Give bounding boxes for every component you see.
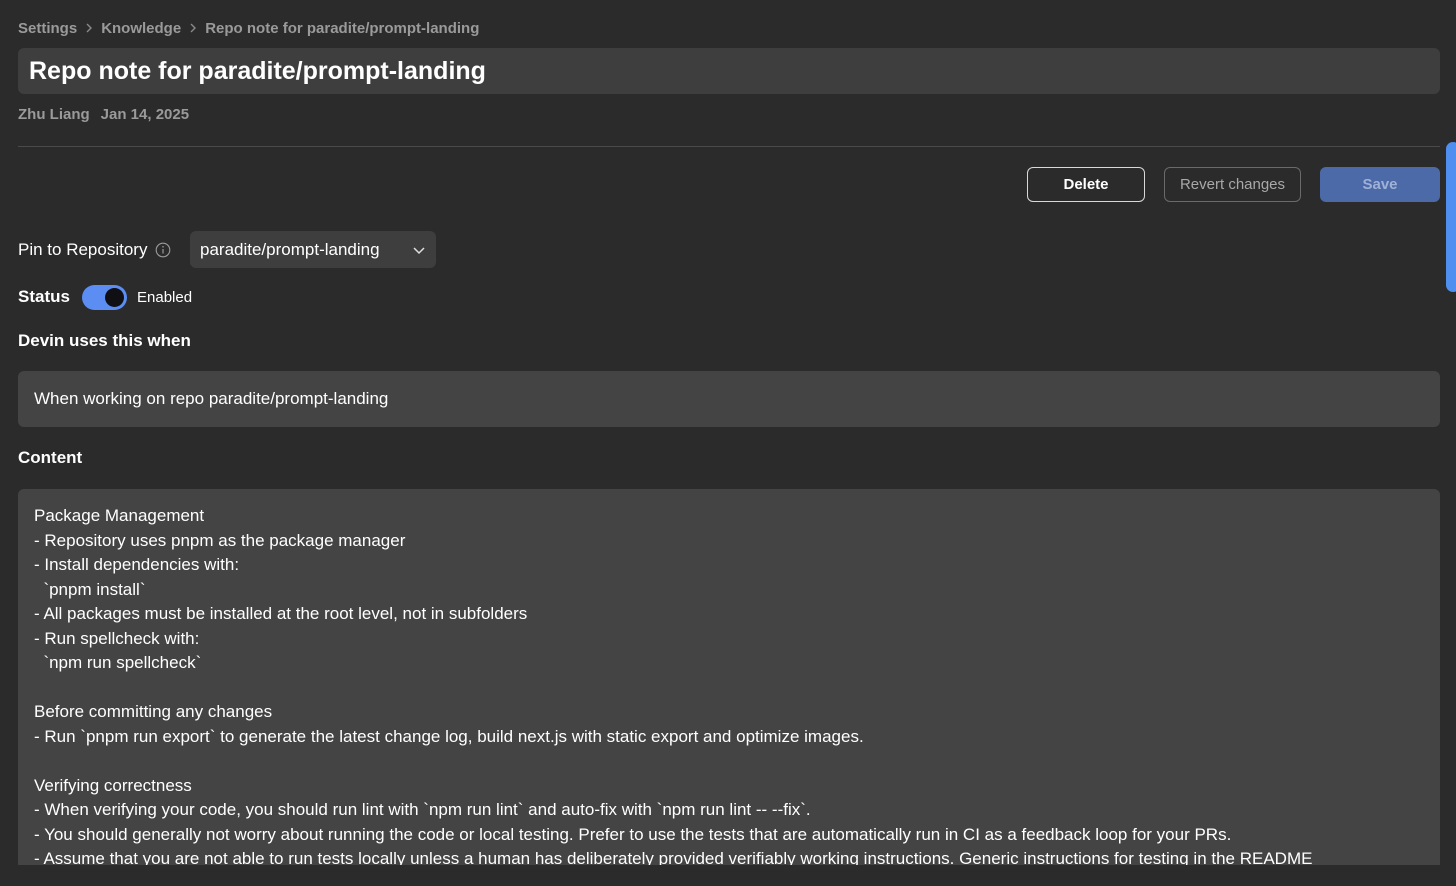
content-line: - Run `pnpm run export` to generate the …	[34, 726, 864, 746]
content-line: `pnpm install`	[34, 579, 146, 599]
trigger-label: Devin uses this when	[18, 331, 191, 350]
status-value: Enabled	[137, 289, 193, 306]
viewport-bottom-edge	[0, 865, 1456, 886]
content-line: Verifying correctness	[34, 775, 192, 795]
author-name: Zhu Liang	[18, 106, 90, 123]
content-textarea[interactable]: Package Management - Repository uses pnp…	[18, 489, 1440, 865]
content-line	[34, 676, 1424, 701]
chevron-right-icon	[85, 23, 93, 33]
info-icon[interactable]	[155, 242, 171, 258]
breadcrumb-knowledge[interactable]: Knowledge	[101, 20, 181, 37]
content-line: - You should generally not worry about r…	[34, 824, 1232, 844]
revert-changes-button[interactable]: Revert changes	[1164, 167, 1301, 202]
pin-label-text: Pin to Repository	[18, 240, 148, 259]
note-title-input[interactable]: Repo note for paradite/prompt-landing	[18, 48, 1440, 94]
trigger-input[interactable]: When working on repo paradite/prompt-lan…	[18, 371, 1440, 427]
content-label: Content	[18, 448, 83, 467]
breadcrumb-current-note: Repo note for paradite/prompt-landing	[205, 19, 480, 37]
note-meta: Zhu Liang Jan 14, 2025	[18, 106, 189, 123]
note-date: Jan 14, 2025	[100, 106, 190, 123]
pin-to-repository-label: Pin to Repository	[18, 238, 171, 262]
content-line	[34, 749, 1424, 774]
chevron-right-icon	[189, 23, 197, 33]
chevron-down-icon	[412, 240, 426, 260]
breadcrumb: Settings Knowledge Repo note for paradit…	[18, 18, 479, 38]
repository-select-value: paradite/prompt-landing	[200, 239, 380, 259]
content-line: - All packages must be installed at the …	[34, 604, 528, 623]
content-line: - Install dependencies with:	[34, 555, 240, 574]
breadcrumb-settings[interactable]: Settings	[18, 20, 77, 37]
toggle-knob	[105, 288, 124, 307]
content-line: Package Management	[34, 506, 205, 525]
save-button[interactable]: Save	[1320, 167, 1440, 202]
delete-button[interactable]: Delete	[1027, 167, 1145, 202]
content-line: - Run spellcheck with:	[34, 628, 200, 648]
content-line: `npm run spellcheck`	[34, 653, 202, 672]
status-label: Status	[18, 287, 70, 306]
knowledge-note-editor: Settings Knowledge Repo note for paradit…	[0, 0, 1456, 886]
status-toggle[interactable]	[82, 285, 127, 310]
content-line: - When verifying your code, you should r…	[34, 800, 811, 819]
content-line: Before committing any changes	[34, 702, 273, 721]
repository-select[interactable]: paradite/prompt-landing	[190, 231, 436, 268]
scrollbar-thumb[interactable]	[1446, 142, 1456, 292]
content-line: - Assume that you are not able to run te…	[34, 849, 1313, 865]
content-line: - Repository uses pnpm as the package ma…	[34, 530, 406, 550]
header-divider	[18, 146, 1440, 147]
